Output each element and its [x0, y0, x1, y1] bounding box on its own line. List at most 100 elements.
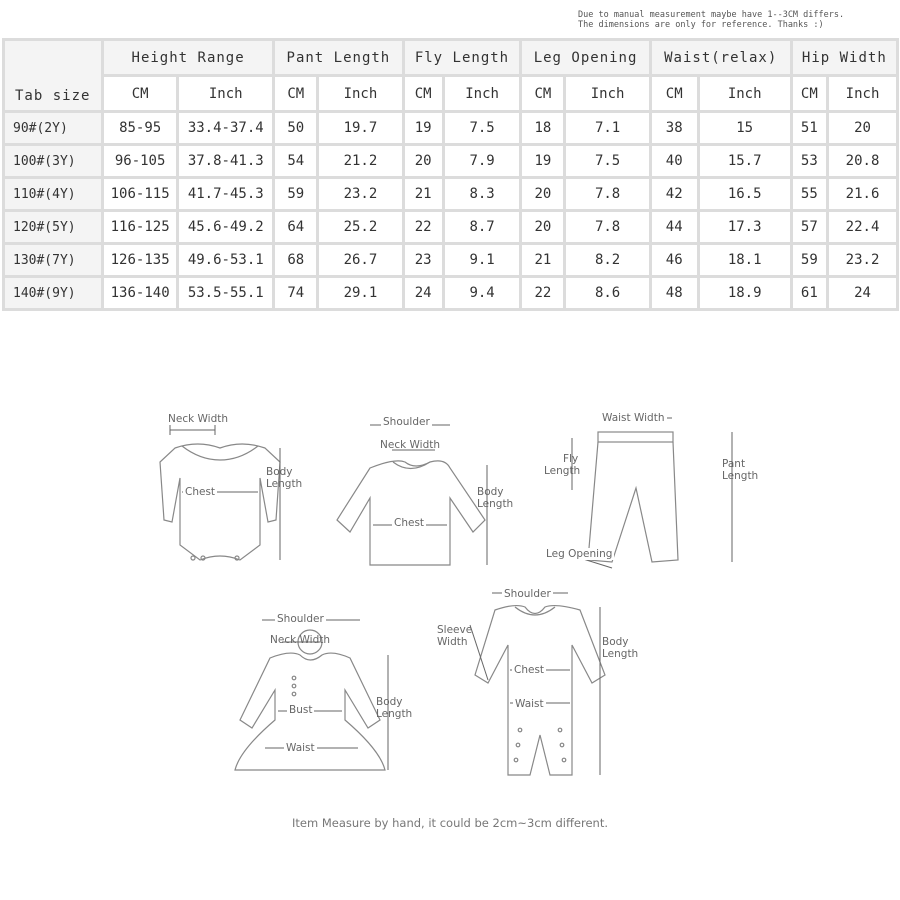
size-chart-table: Tab size Height Range Pant Length Fly Le… — [2, 38, 899, 311]
group-header: Height Range — [104, 41, 273, 74]
table-cell: 7.1 — [566, 113, 649, 143]
measure-footnote: Item Measure by hand, it could be 2cm~3c… — [291, 816, 609, 830]
shirt-body-label-2: Length — [477, 498, 514, 510]
table-cell: 8.3 — [444, 179, 520, 209]
group-header: Hip Width — [792, 41, 896, 74]
table-cell: 126-135 — [104, 245, 177, 275]
group-header: Fly Length — [404, 41, 520, 74]
unit-header: CM — [522, 77, 564, 110]
table-cell: 46 — [651, 245, 697, 275]
pants-waist-label: Waist Width — [600, 412, 667, 424]
table-cell: 21.6 — [829, 179, 896, 209]
table-cell: 21.2 — [319, 146, 402, 176]
table-cell: 44 — [651, 212, 697, 242]
group-header-row: Tab size Height Range Pant Length Fly Le… — [5, 41, 896, 110]
table-cell: 61 — [792, 278, 827, 308]
table-cell: 48 — [651, 278, 697, 308]
table-cell: 116-125 — [104, 212, 177, 242]
unit-header: Inch — [179, 77, 273, 110]
table-cell: 50 — [275, 113, 317, 143]
unit-header: CM — [404, 77, 442, 110]
unit-header: Inch — [319, 77, 402, 110]
tab-size-cell: 90#(2Y) — [5, 113, 101, 143]
table-cell: 18.1 — [699, 245, 790, 275]
tab-size-cell: 130#(7Y) — [5, 245, 101, 275]
group-header: Leg Opening — [522, 41, 649, 74]
table-cell: 41.7-45.3 — [179, 179, 273, 209]
table-cell: 26.7 — [319, 245, 402, 275]
table-cell: 51 — [792, 113, 827, 143]
unit-header: Inch — [699, 77, 790, 110]
table-cell: 106-115 — [104, 179, 177, 209]
pants-diagram — [571, 417, 733, 569]
table-cell: 18 — [522, 113, 564, 143]
unit-header: Inch — [444, 77, 520, 110]
bodysuit-diagram — [159, 425, 281, 561]
table-row: 110#(4Y) 106-115 41.7-45.3 59 23.2 21 8.3 20 7.8… — [5, 179, 896, 209]
dress-shoulder-label: Shoulder — [275, 613, 326, 625]
tab-size-cell: 120#(5Y) — [5, 212, 101, 242]
table-cell: 15 — [699, 113, 790, 143]
table-cell: 96-105 — [104, 146, 177, 176]
table-cell: 24 — [404, 278, 442, 308]
shirt-body-label-1: Body — [477, 486, 504, 498]
note-line-2: The dimensions are only for reference. T… — [578, 20, 824, 30]
unit-header: CM — [792, 77, 827, 110]
unit-header-row: CM Inch CM Inch CM Inch CM Inch CM Inch CM Inch — [5, 77, 896, 110]
dress-body-label-2: Length — [376, 708, 413, 720]
bodysuit-chest-label: Chest — [183, 486, 218, 498]
bodysuit-neck-label: Neck Width — [168, 413, 229, 425]
table-row: 90#(2Y) 85-95 33.4-37.4 50 19.7 19 7.5 18 7.1 38 1… — [5, 113, 896, 143]
table-cell: 55 — [792, 179, 827, 209]
table-cell: 53 — [792, 146, 827, 176]
romper-body-label-2: Length — [602, 648, 639, 660]
pants-fly-label-2: Length — [544, 465, 581, 477]
table-cell: 20 — [404, 146, 442, 176]
table-cell: 20 — [522, 179, 564, 209]
table-cell: 64 — [275, 212, 317, 242]
romper-diagram — [469, 592, 606, 776]
table-cell: 8.6 — [566, 278, 649, 308]
table-cell: 59 — [792, 245, 827, 275]
table-cell: 18.9 — [699, 278, 790, 308]
table-cell: 136-140 — [104, 278, 177, 308]
dress-bust-label: Bust — [287, 704, 315, 716]
table-cell: 59 — [275, 179, 317, 209]
unit-header: Inch — [829, 77, 896, 110]
table-cell: 23.2 — [319, 179, 402, 209]
table-cell: 25.2 — [319, 212, 402, 242]
table-cell: 40 — [651, 146, 697, 176]
tab-size-header: Tab size — [5, 41, 101, 110]
dress-neck-label: Neck Width — [270, 634, 331, 646]
table-cell: 7.8 — [566, 212, 649, 242]
table-cell: 9.1 — [444, 245, 520, 275]
note-line-1: Due to manual measurement maybe have 1--… — [578, 10, 845, 20]
table-cell: 54 — [275, 146, 317, 176]
bodysuit-body-label-2: Length — [266, 478, 303, 490]
table-cell: 45.6-49.2 — [179, 212, 273, 242]
table-cell: 7.5 — [444, 113, 520, 143]
table-cell: 68 — [275, 245, 317, 275]
table-cell: 22 — [404, 212, 442, 242]
table-cell: 29.1 — [319, 278, 402, 308]
tab-size-cell: 100#(3Y) — [5, 146, 101, 176]
tab-size-cell: 110#(4Y) — [5, 179, 101, 209]
romper-sleeve-label-2: Width — [437, 636, 468, 648]
table-cell: 9.4 — [444, 278, 520, 308]
unit-header: Inch — [566, 77, 649, 110]
group-header: Waist(relax) — [651, 41, 790, 74]
romper-shoulder-label: Shoulder — [502, 588, 553, 600]
shirt-shoulder-label: Shoulder — [381, 416, 432, 428]
dress-waist-label: Waist — [284, 742, 317, 754]
pants-pant-label-1: Pant — [722, 458, 746, 470]
group-header: Pant Length — [275, 41, 402, 74]
table-cell: 19 — [404, 113, 442, 143]
pants-fly-label-1: Fly — [563, 453, 579, 465]
table-cell: 42 — [651, 179, 697, 209]
tab-size-cell: 140#(9Y) — [5, 278, 101, 308]
pants-pant-label-2: Length — [722, 470, 759, 482]
table-row: 100#(3Y) 96-105 37.8-41.3 54 21.2 20 7.9 19 7.5 4… — [5, 146, 896, 176]
romper-waist-label: Waist — [513, 698, 546, 710]
table-cell: 22 — [522, 278, 564, 308]
table-cell: 23 — [404, 245, 442, 275]
